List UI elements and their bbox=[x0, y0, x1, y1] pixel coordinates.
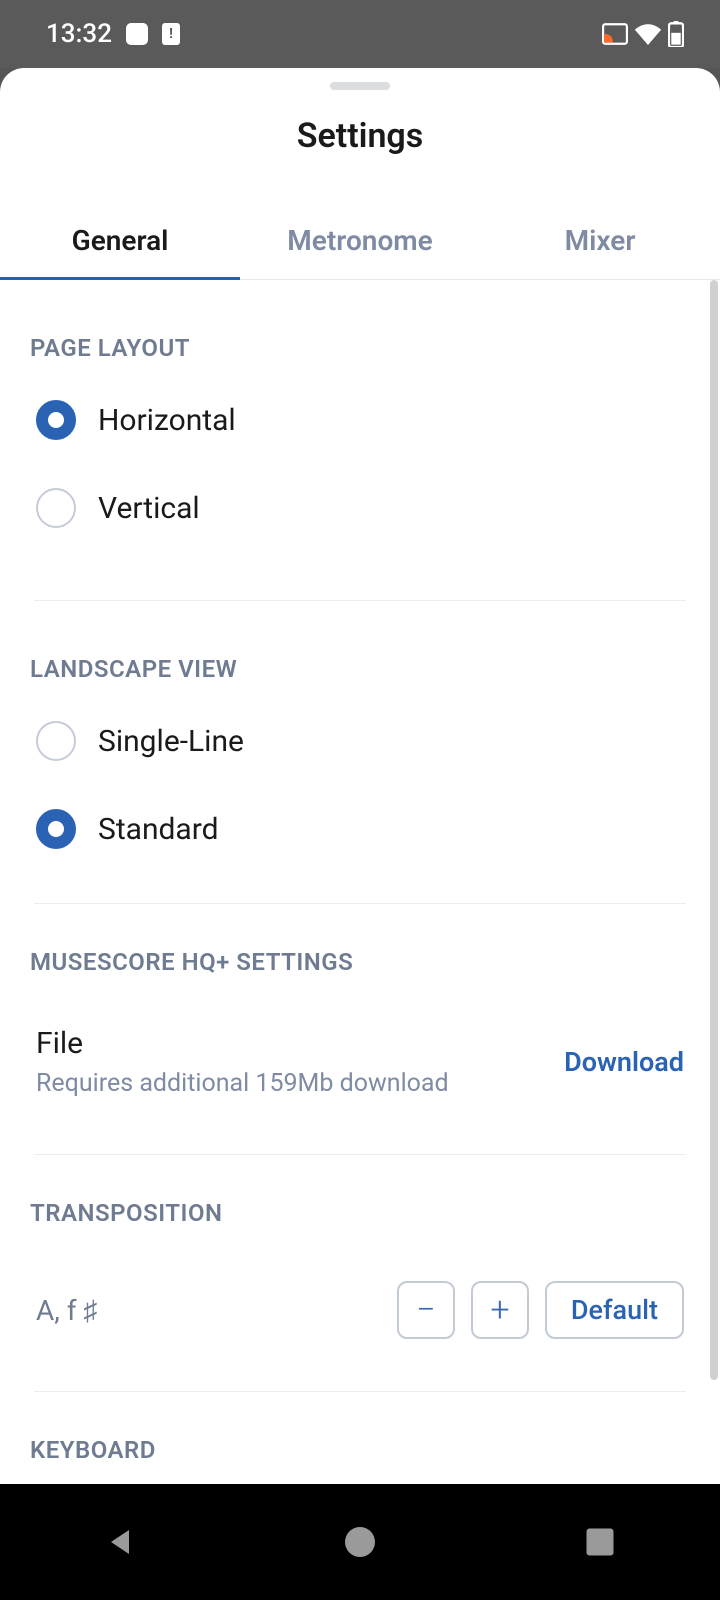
tabs: General Metronome Mixer bbox=[0, 202, 720, 280]
home-icon[interactable] bbox=[342, 1524, 378, 1560]
tab-mixer[interactable]: Mixer bbox=[480, 202, 720, 279]
page-title: Settings bbox=[0, 116, 720, 156]
radio-icon bbox=[36, 809, 76, 849]
plus-button[interactable]: + bbox=[471, 1281, 529, 1339]
status-bar: 13:32 ! bbox=[0, 0, 720, 68]
status-left: 13:32 ! bbox=[46, 19, 180, 49]
hq-file-title: File bbox=[36, 1026, 564, 1061]
cast-icon bbox=[602, 23, 628, 45]
radio-standard[interactable]: Standard bbox=[0, 785, 720, 873]
download-button[interactable]: Download bbox=[564, 1046, 684, 1078]
radio-horizontal[interactable]: Horizontal bbox=[0, 376, 720, 464]
radio-icon bbox=[36, 488, 76, 528]
section-page-layout: PAGE LAYOUT bbox=[0, 280, 720, 376]
hq-file-sub: Requires additional 159Mb download bbox=[36, 1069, 564, 1098]
radio-icon bbox=[36, 400, 76, 440]
tab-metronome[interactable]: Metronome bbox=[240, 202, 480, 279]
android-nav-bar bbox=[0, 1484, 720, 1600]
section-landscape-view: LANDSCAPE VIEW bbox=[0, 601, 720, 697]
transposition-row: A, f ♯ − + Default bbox=[0, 1241, 720, 1351]
sim-alert-icon: ! bbox=[162, 23, 180, 45]
recent-icon[interactable] bbox=[582, 1524, 618, 1560]
scroll-indicator bbox=[710, 280, 718, 1380]
minus-button[interactable]: − bbox=[397, 1281, 455, 1339]
back-icon[interactable] bbox=[102, 1524, 138, 1560]
status-time: 13:32 bbox=[46, 19, 112, 49]
section-hq: MUSESCORE HQ+ SETTINGS bbox=[0, 904, 720, 990]
section-keyboard: KEYBOARD bbox=[0, 1392, 720, 1476]
battery-icon bbox=[668, 21, 684, 47]
radio-vertical[interactable]: Vertical bbox=[0, 464, 720, 552]
wifi-icon bbox=[634, 23, 662, 45]
default-button[interactable]: Default bbox=[545, 1281, 684, 1339]
tab-general[interactable]: General bbox=[0, 202, 240, 279]
plus-icon: + bbox=[490, 1290, 509, 1330]
status-right bbox=[602, 21, 684, 47]
settings-content[interactable]: PAGE LAYOUT Horizontal Vertical LANDSCAP… bbox=[0, 280, 720, 1476]
minus-icon: − bbox=[416, 1290, 435, 1330]
transposition-value: A, f ♯ bbox=[36, 1294, 381, 1327]
hq-file-row: File Requires additional 159Mb download … bbox=[0, 990, 720, 1114]
section-transposition: TRANSPOSITION bbox=[0, 1155, 720, 1241]
radio-icon bbox=[36, 721, 76, 761]
notification-icon bbox=[126, 23, 148, 45]
settings-sheet: Settings General Metronome Mixer PAGE LA… bbox=[0, 68, 720, 1484]
radio-single-line[interactable]: Single-Line bbox=[0, 697, 720, 785]
drag-handle[interactable] bbox=[330, 82, 390, 90]
